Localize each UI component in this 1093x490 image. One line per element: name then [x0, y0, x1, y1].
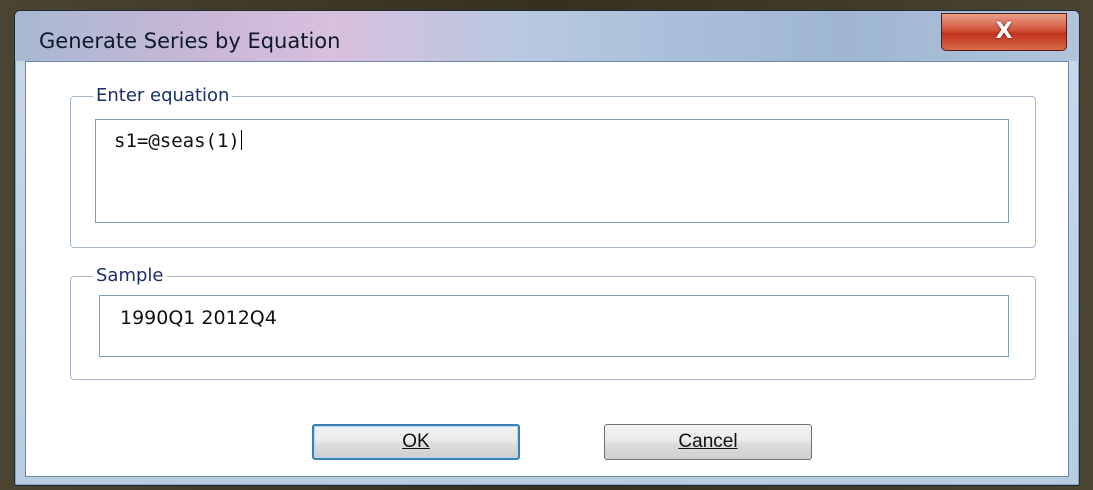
equation-input-text: s1=@seas(1) [114, 130, 240, 152]
dialog-body: Enter equation s1=@seas(1) Sample 1990Q1… [25, 61, 1069, 477]
cancel-button[interactable]: Cancel [604, 424, 812, 460]
close-button[interactable]: X [941, 13, 1067, 51]
generate-series-dialog: Generate Series by Equation X Enter equa… [14, 10, 1080, 486]
ok-button-label: OK [402, 431, 430, 452]
equation-group-label: Enter equation [93, 85, 233, 107]
sample-group: Sample 1990Q1 2012Q4 [70, 265, 1036, 380]
sample-input-text: 1990Q1 2012Q4 [120, 307, 277, 329]
sample-group-label: Sample [93, 265, 167, 287]
equation-group: Enter equation s1=@seas(1) [70, 85, 1036, 248]
cancel-button-label: Cancel [678, 431, 738, 452]
ok-button[interactable]: OK [312, 424, 520, 460]
dialog-title: Generate Series by Equation [39, 29, 341, 53]
equation-input[interactable]: s1=@seas(1) [95, 119, 1009, 223]
sample-input[interactable]: 1990Q1 2012Q4 [99, 295, 1009, 357]
text-caret [240, 130, 242, 150]
close-icon: X [995, 19, 1013, 44]
title-bar[interactable]: Generate Series by Equation X [15, 11, 1079, 61]
